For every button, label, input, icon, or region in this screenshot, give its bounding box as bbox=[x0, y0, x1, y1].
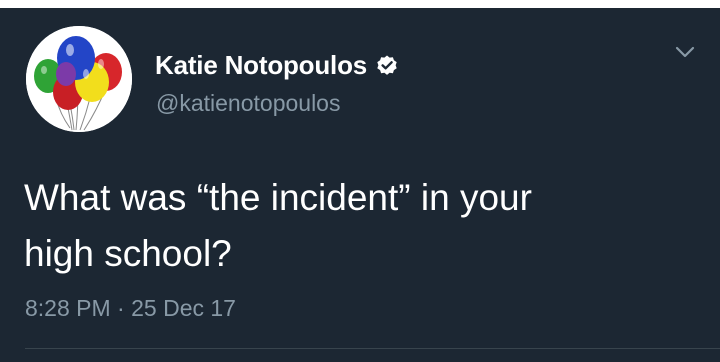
tweet-date: 25 Dec 17 bbox=[131, 295, 236, 321]
tweet-timestamp[interactable]: 8:28 PM · 25 Dec 17 bbox=[25, 295, 236, 322]
author-name-row[interactable]: Katie Notopoulos bbox=[155, 50, 399, 81]
avatar[interactable] bbox=[26, 26, 132, 132]
divider bbox=[25, 348, 720, 349]
display-name[interactable]: Katie Notopoulos bbox=[155, 50, 367, 81]
tweet-text: What was “the incident” in your high sch… bbox=[24, 177, 532, 274]
tweet-time: 8:28 PM bbox=[25, 295, 111, 321]
tweet-card: Katie Notopoulos @katienotopoulos What w… bbox=[0, 8, 720, 362]
verified-badge-icon bbox=[377, 55, 397, 75]
chevron-down-icon[interactable] bbox=[675, 45, 695, 59]
timestamp-separator: · bbox=[110, 295, 132, 321]
handle[interactable]: @katienotopoulos bbox=[156, 90, 340, 117]
balloons-avatar-image bbox=[26, 26, 132, 132]
